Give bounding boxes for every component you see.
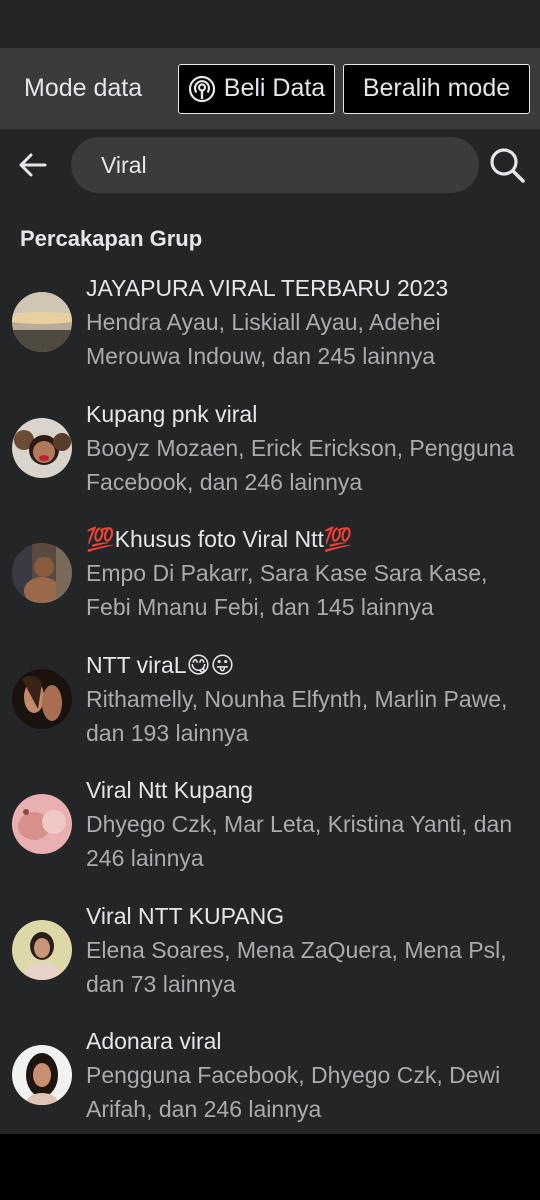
group-name: Kupang pnk viral (86, 400, 258, 427)
section-title: Percakapan Grup (20, 226, 203, 251)
group-members: Pengguna Facebook, Dhyego Czk, Dewi Arif… (86, 1062, 501, 1122)
buy-data-label: Beli Data (223, 74, 326, 102)
group-members: Rithamelly, Nounha Elfynth, Marlin Pawe,… (86, 685, 508, 746)
group-members: Hendra Ayau, Liskiall Ayau, Adehei Merou… (86, 309, 441, 369)
search-input[interactable] (101, 151, 441, 179)
group-avatar (12, 417, 72, 478)
search-button[interactable] (488, 146, 526, 184)
group-avatar (12, 1045, 72, 1105)
list-item[interactable]: Kupang pnk viral Booyz Mozaen, Erick Eri… (0, 394, 540, 520)
group-avatar (12, 919, 72, 980)
list-item[interactable]: 💯Khusus foto Viral Ntt💯 Empo Di Pakarr, … (0, 519, 540, 645)
group-name: Viral Ntt Kupang (86, 777, 254, 803)
group-name: 💯Khusus foto Viral Ntt💯 (86, 526, 353, 552)
group-members: Empo Di Pakarr, Sara Kase Sara Kase, Feb… (86, 560, 488, 620)
navigation-bar (0, 1134, 540, 1200)
list-item[interactable]: Viral Ntt Kupang Dhyego Czk, Mar Leta, K… (0, 770, 540, 896)
data-mode-label: Mode data (24, 74, 143, 102)
group-members: Dhyego Czk, Mar Leta, Kristina Yanti, da… (86, 811, 513, 871)
buy-data-button[interactable]: Beli Data (178, 63, 335, 114)
list-item[interactable]: Adonara viral Pengguna Facebook, Dhyego … (0, 1021, 540, 1147)
group-results-list: JAYAPURA VIRAL TERBARU 2023 Hendra Ayau,… (0, 268, 540, 1147)
status-bar (0, 0, 540, 48)
group-avatar (12, 292, 72, 352)
data-mode-banner: Mode data Beli Data Beralih mode (0, 48, 540, 129)
group-avatar (12, 794, 72, 854)
group-avatar (12, 668, 72, 729)
group-name: JAYAPURA VIRAL TERBARU 2023 (86, 275, 449, 301)
back-arrow-icon (19, 153, 47, 177)
search-header (0, 129, 540, 201)
switch-mode-button[interactable]: Beralih mode (343, 63, 530, 114)
search-icon (490, 148, 525, 183)
group-name: Viral NTT KUPANG (86, 902, 285, 929)
switch-mode-label: Beralih mode (362, 74, 511, 102)
group-members: Elena Soares, Mena ZaQuera, Mena Psl, da… (86, 936, 507, 997)
list-item[interactable]: NTT viraL😋😛 Rithamelly, Nounha Elfynth, … (0, 645, 540, 771)
group-name: Adonara viral (86, 1028, 222, 1054)
broadcast-icon (188, 75, 215, 102)
list-item[interactable]: JAYAPURA VIRAL TERBARU 2023 Hendra Ayau,… (0, 268, 540, 394)
back-button[interactable] (16, 149, 48, 181)
list-item[interactable]: Viral NTT KUPANG Elena Soares, Mena ZaQu… (0, 896, 540, 1022)
group-name: NTT viraL😋😛 (86, 651, 235, 678)
group-avatar (12, 543, 72, 603)
group-members: Booyz Mozaen, Erick Erickson, Pengguna F… (86, 434, 515, 495)
search-box[interactable] (71, 137, 479, 193)
